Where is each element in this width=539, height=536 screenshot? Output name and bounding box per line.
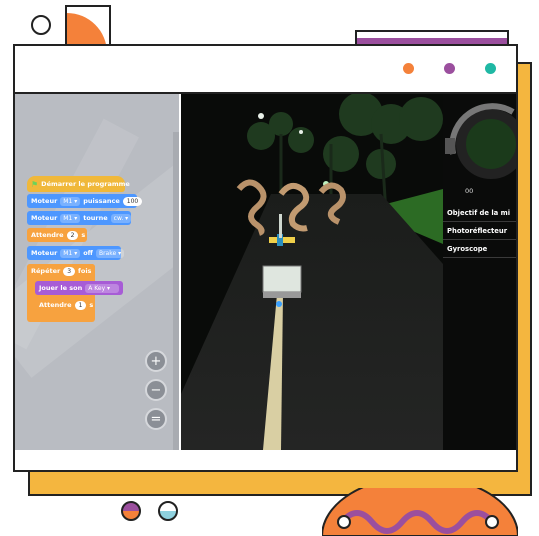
block-motor-turn[interactable]: Moteur M1 ▾ tourne cw. ▾ (27, 211, 132, 225)
panel-item-objective[interactable]: Objectif de la mi (443, 204, 516, 222)
sensor-panel: 00 Objectif de la mi Photoréflecteur Gyr… (443, 94, 516, 450)
orange-dot-icon (403, 63, 414, 74)
motor-dropdown[interactable]: M1 ▾ (60, 248, 81, 258)
decorative-arc (322, 488, 518, 536)
workspace-scrollbar[interactable] (173, 132, 179, 450)
zoom-out-icon[interactable]: − (145, 379, 167, 401)
block-start-program[interactable]: ⚑ Démarrer le programme (27, 176, 130, 192)
repeat-input[interactable]: 3 (63, 266, 76, 276)
timer-readout: 00 (465, 187, 474, 195)
block-label: Moteur (31, 214, 58, 222)
purple-dot-icon (444, 63, 455, 74)
app-window: ⚑ Démarrer le programme Moteur M1 ▾ puis… (13, 44, 518, 472)
blocks-workspace[interactable]: ⚑ Démarrer le programme Moteur M1 ▾ puis… (15, 94, 179, 450)
block-start-label: Démarrer le programme (41, 180, 130, 188)
block-label: s (81, 231, 86, 239)
block-label: Attendre (31, 231, 64, 239)
block-label: puissance (83, 197, 120, 205)
block-label: fois (78, 267, 92, 275)
block-label: Moteur (31, 197, 58, 205)
zoom-reset-icon[interactable]: = (145, 408, 167, 430)
block-label: s (89, 301, 94, 309)
block-label: Jouer le son (39, 284, 83, 292)
block-play-sound[interactable]: Jouer le son A Key ▾ (35, 281, 123, 295)
direction-dropdown[interactable]: cw. ▾ (110, 213, 132, 223)
sound-dropdown[interactable]: A Key ▾ (85, 283, 119, 293)
wait-input[interactable]: 1 (74, 300, 87, 310)
block-label: Répéter (31, 267, 61, 275)
decorative-dot-purple-orange (121, 501, 141, 521)
motor-dropdown[interactable]: M1 ▾ (60, 213, 81, 223)
green-flag-icon: ⚑ (31, 179, 39, 189)
block-repeat[interactable]: Répéter 3 fois (27, 264, 95, 278)
brake-dropdown[interactable]: Brake ▾ (95, 248, 125, 258)
block-wait-2[interactable]: Attendre 1 s (35, 298, 94, 312)
panel-item-gyroscope[interactable]: Gyroscope (443, 240, 516, 258)
decorative-dot-white-teal (158, 501, 178, 521)
zoom-in-icon[interactable]: + (145, 350, 167, 372)
block-motor-off[interactable]: Moteur M1 ▾ off Brake ▾ (27, 246, 125, 260)
block-wait-1[interactable]: Attendre 2 s (27, 228, 87, 242)
block-label: Attendre (39, 301, 72, 309)
wait-input[interactable]: 2 (66, 230, 79, 240)
teal-dot-icon (485, 63, 496, 74)
simulation-viewport[interactable]: 00 Objectif de la mi Photoréflecteur Gyr… (181, 94, 516, 450)
block-label: Moteur (31, 249, 58, 257)
panel-item-photoreflector[interactable]: Photoréflecteur (443, 222, 516, 240)
block-label: off (83, 249, 93, 257)
block-label: tourne (83, 214, 108, 222)
decorative-ring (31, 15, 51, 35)
gauge-icon (445, 103, 516, 179)
motor-dropdown[interactable]: M1 ▾ (60, 196, 81, 206)
window-titlebar (15, 46, 516, 94)
block-motor-power[interactable]: Moteur M1 ▾ puissance 100 (27, 194, 143, 208)
power-input[interactable]: 100 (122, 196, 143, 206)
